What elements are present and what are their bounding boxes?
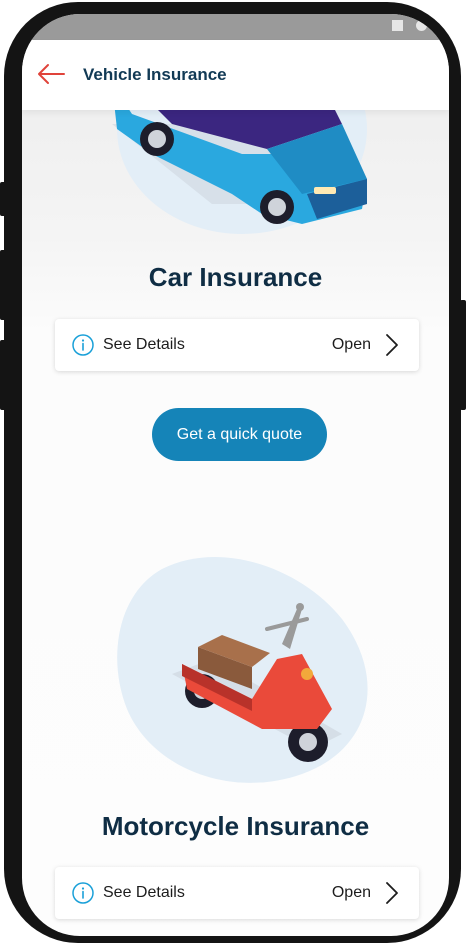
- info-icon: [72, 882, 94, 904]
- see-details-label: See Details: [103, 884, 185, 901]
- page-title: Vehicle Insurance: [83, 65, 227, 84]
- car-details-card[interactable]: See Details Open: [55, 319, 419, 371]
- volume-down-button: [0, 340, 6, 410]
- open-label[interactable]: Open: [332, 336, 371, 354]
- app-bar: Vehicle Insurance: [22, 40, 449, 110]
- chevron-right-icon[interactable]: [385, 333, 399, 357]
- motorcycle-details-card[interactable]: See Details Open: [55, 867, 419, 919]
- power-button: [460, 300, 466, 410]
- volume-up-button: [0, 250, 6, 320]
- car-insurance-title: Car Insurance: [148, 262, 323, 292]
- see-details-label: See Details: [103, 336, 185, 353]
- open-label[interactable]: Open: [332, 884, 371, 902]
- quick-quote-button[interactable]: Get a quick quote: [152, 408, 327, 461]
- arrow-left-icon[interactable]: [36, 63, 66, 85]
- chevron-right-icon[interactable]: [385, 881, 399, 905]
- status-bar: [22, 14, 449, 40]
- phone-frame: Vehicle Insurance Car Insurance See Deta…: [4, 2, 461, 943]
- info-icon: [72, 334, 94, 356]
- status-circle-icon: [416, 20, 427, 31]
- status-square-icon: [392, 20, 403, 31]
- motorcycle-illustration: [117, 557, 368, 783]
- mute-switch: [0, 182, 6, 216]
- motorcycle-insurance-title: Motorcycle Insurance: [101, 811, 370, 841]
- app-screen: Vehicle Insurance Car Insurance See Deta…: [22, 14, 449, 936]
